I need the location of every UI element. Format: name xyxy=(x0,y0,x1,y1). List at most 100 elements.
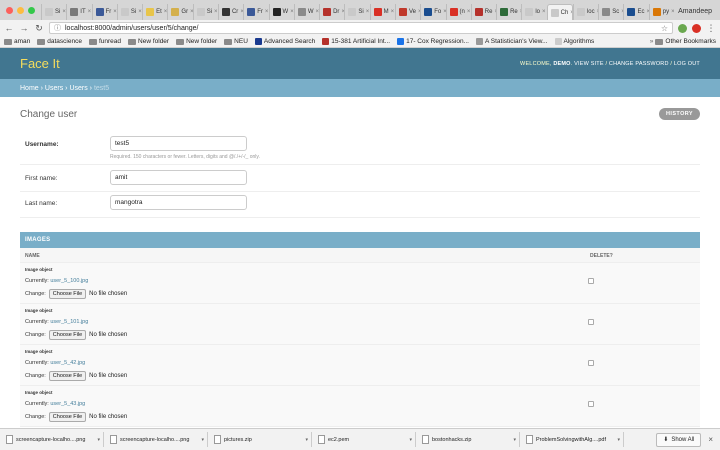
download-item[interactable]: bostonhacks.zip ▾ xyxy=(419,432,520,447)
extension-icon[interactable] xyxy=(678,23,687,33)
browser-tab[interactable]: Fr × xyxy=(243,4,268,20)
browser-tab[interactable]: Si × xyxy=(41,4,66,20)
bookmark-link[interactable]: A Statistician's View... xyxy=(475,38,548,45)
bookmark-folder[interactable]: NEU xyxy=(224,38,248,45)
browser-tab[interactable]: Et × xyxy=(142,4,167,20)
change-password-link[interactable]: CHANGE PASSWORD xyxy=(609,61,669,67)
history-button[interactable]: HISTORY xyxy=(659,108,700,120)
bookmark-folder[interactable]: funread xyxy=(88,38,121,45)
currently-label: Currently: xyxy=(25,319,49,325)
browser-tab[interactable]: Sc× xyxy=(598,4,623,20)
extension-icon[interactable] xyxy=(692,23,701,33)
close-tab-icon[interactable]: × xyxy=(542,9,546,15)
minimize-window-button[interactable] xyxy=(17,7,24,14)
image-file-link[interactable]: user_5_100.jpg xyxy=(50,278,88,284)
browser-tab[interactable]: W × xyxy=(268,4,294,20)
close-window-button[interactable] xyxy=(6,7,13,14)
breadcrumb-home[interactable]: Home xyxy=(20,85,39,92)
chevron-down-icon[interactable]: ▾ xyxy=(617,437,620,443)
image-file-link[interactable]: user_5_101.jpg xyxy=(50,319,88,325)
chevron-double-right-icon[interactable]: » xyxy=(650,38,654,45)
browser-tab[interactable]: Dr× xyxy=(319,4,344,20)
bookmark-folder[interactable]: New folder xyxy=(128,38,169,45)
forward-icon[interactable]: → xyxy=(19,23,29,33)
browser-tab[interactable]: Ve × xyxy=(394,4,420,20)
username-input[interactable]: test5 xyxy=(110,136,247,151)
chevron-down-icon[interactable]: ▾ xyxy=(409,437,412,443)
browser-tab[interactable]: Si × xyxy=(192,4,218,20)
browser-tab[interactable]: Cr× xyxy=(217,4,243,20)
close-icon[interactable]: × xyxy=(704,435,717,444)
image-file-link[interactable]: user_5_42.jpg xyxy=(50,360,85,366)
browser-tab[interactable]: (n × xyxy=(445,4,471,20)
chevron-down-icon[interactable]: ▾ xyxy=(97,437,100,443)
address-bar[interactable]: ⓘ localhost:8000/admin/users/user/5/chan… xyxy=(49,22,673,34)
browser-tab[interactable]: Re× xyxy=(496,4,521,20)
browser-tab[interactable]: Fr × xyxy=(91,4,117,20)
browser-tab[interactable]: Ec× xyxy=(623,4,649,20)
view-site-link[interactable]: VIEW SITE xyxy=(574,61,604,67)
last-name-input[interactable]: mangotra xyxy=(110,195,247,210)
browser-tab[interactable]: IT × xyxy=(66,4,91,20)
file-icon xyxy=(110,435,117,444)
tab-title: Ec xyxy=(637,9,645,15)
bookmark-folder[interactable]: datascience xyxy=(37,38,82,45)
menu-icon[interactable]: ⋮ xyxy=(706,23,716,34)
bookmark-link[interactable]: Algorithms xyxy=(554,38,594,45)
browser-tab[interactable]: Re× xyxy=(470,4,496,20)
image-object-label: Image object xyxy=(25,267,53,272)
download-item[interactable]: screencapture-localho....png ▾ xyxy=(3,432,104,447)
download-item[interactable]: ec2.pem ▾ xyxy=(315,432,416,447)
other-bookmarks[interactable]: » Other Bookmarks xyxy=(650,38,716,45)
breadcrumb-app[interactable]: Users xyxy=(45,85,63,92)
delete-checkbox[interactable] xyxy=(588,360,594,366)
site-branding[interactable]: Face It xyxy=(20,56,60,71)
browser-tab[interactable]: Gr× xyxy=(167,4,193,20)
browser-tab[interactable]: M × xyxy=(369,4,395,20)
choose-file-button[interactable]: Choose File xyxy=(48,412,87,422)
show-all-downloads-button[interactable]: ⬇ Show All xyxy=(656,432,702,447)
currently-field: Currently: user_5_43.jpg xyxy=(25,401,85,407)
browser-tab[interactable]: Ch× xyxy=(546,4,573,20)
delete-checkbox[interactable] xyxy=(588,401,594,407)
bookmark-link[interactable]: Advanced Search xyxy=(254,38,315,45)
image-file-link[interactable]: user_5_43.jpg xyxy=(50,401,85,407)
bookmark-link[interactable]: 15-381 Artificial Int... xyxy=(322,38,390,45)
choose-file-button[interactable]: Choose File xyxy=(48,371,87,381)
download-item[interactable]: ProblemSolvingwithAlg....pdf ▾ xyxy=(523,432,624,447)
back-icon[interactable]: ← xyxy=(4,23,14,33)
reload-icon[interactable]: ↻ xyxy=(34,23,44,34)
browser-tab[interactable]: loc× xyxy=(572,4,598,20)
choose-file-button[interactable]: Choose File xyxy=(48,330,87,340)
logout-link[interactable]: LOG OUT xyxy=(674,61,700,67)
browser-tab[interactable]: lo × xyxy=(521,4,546,20)
browser-tab[interactable]: Fo× xyxy=(420,4,446,20)
browser-tab[interactable]: W × xyxy=(293,4,319,20)
delete-checkbox[interactable] xyxy=(588,319,594,325)
breadcrumb-model[interactable]: Users xyxy=(69,85,87,92)
chevron-down-icon[interactable]: ▾ xyxy=(305,437,308,443)
info-icon[interactable]: ⓘ xyxy=(54,23,61,33)
chevron-down-icon[interactable]: ▾ xyxy=(513,437,516,443)
delete-checkbox[interactable] xyxy=(588,278,594,284)
bookmark-link[interactable]: 17- Cox Regression... xyxy=(397,38,469,45)
maximize-window-button[interactable] xyxy=(28,7,35,14)
browser-tab[interactable]: py× xyxy=(648,4,674,20)
tab-title: py xyxy=(662,9,670,15)
url-text[interactable]: localhost:8000/admin/users/user/5/change… xyxy=(65,25,198,32)
choose-file-button[interactable]: Choose File xyxy=(48,289,87,299)
bookmark-folder[interactable]: aman xyxy=(4,38,30,45)
tab-title: W xyxy=(307,9,314,15)
close-tab-icon[interactable]: × xyxy=(391,9,395,15)
bookmark-folder[interactable]: New folder xyxy=(176,38,217,45)
first-name-input[interactable]: amit xyxy=(110,170,247,185)
download-item[interactable]: pictures.zip ▾ xyxy=(211,432,312,447)
other-bookmarks-label[interactable]: Other Bookmarks xyxy=(665,38,716,45)
bookmark-star-icon[interactable]: ☆ xyxy=(661,24,668,33)
profile-name[interactable]: Amandeep xyxy=(674,8,720,20)
browser-tab[interactable]: Si × xyxy=(344,4,369,20)
download-filename: screencapture-localho....png xyxy=(16,436,86,443)
browser-tab[interactable]: Si × xyxy=(116,4,142,20)
chevron-down-icon[interactable]: ▾ xyxy=(201,437,204,443)
download-item[interactable]: screencapture-localho....png ▾ xyxy=(107,432,208,447)
